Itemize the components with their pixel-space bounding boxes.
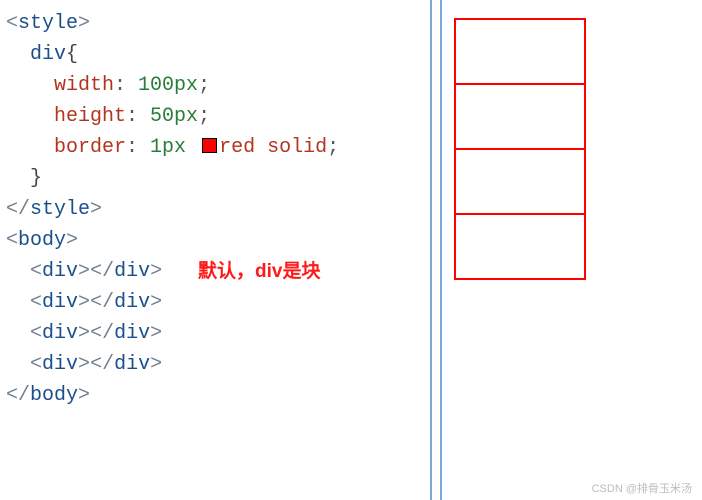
code-line-5: border: 1px red solid; xyxy=(6,132,424,163)
code-line-1: <style> xyxy=(6,8,424,39)
color-swatch-icon xyxy=(202,138,217,153)
render-box xyxy=(454,83,586,150)
code-line-13: </body> xyxy=(6,380,424,411)
watermark: CSDN @排骨玉米汤 xyxy=(592,480,692,496)
render-box xyxy=(454,213,586,280)
code-line-6: } xyxy=(6,163,424,194)
render-box xyxy=(454,18,586,85)
code-line-2: div{ xyxy=(6,39,424,70)
render-panel xyxy=(430,0,702,500)
annotation-text: 默认，div是块 xyxy=(198,256,320,283)
figure-container: <style> div{ width: 100px; height: 50px;… xyxy=(0,0,702,500)
code-panel: <style> div{ width: 100px; height: 50px;… xyxy=(0,0,430,500)
code-line-3: width: 100px; xyxy=(6,70,424,101)
code-line-4: height: 50px; xyxy=(6,101,424,132)
render-box xyxy=(454,148,586,215)
code-line-10: <div></div> xyxy=(6,287,424,318)
code-line-7: </style> xyxy=(6,194,424,225)
code-line-11: <div></div> xyxy=(6,318,424,349)
code-line-8: <body> xyxy=(6,225,424,256)
code-line-12: <div></div> xyxy=(6,349,424,380)
render-stack xyxy=(454,18,702,280)
